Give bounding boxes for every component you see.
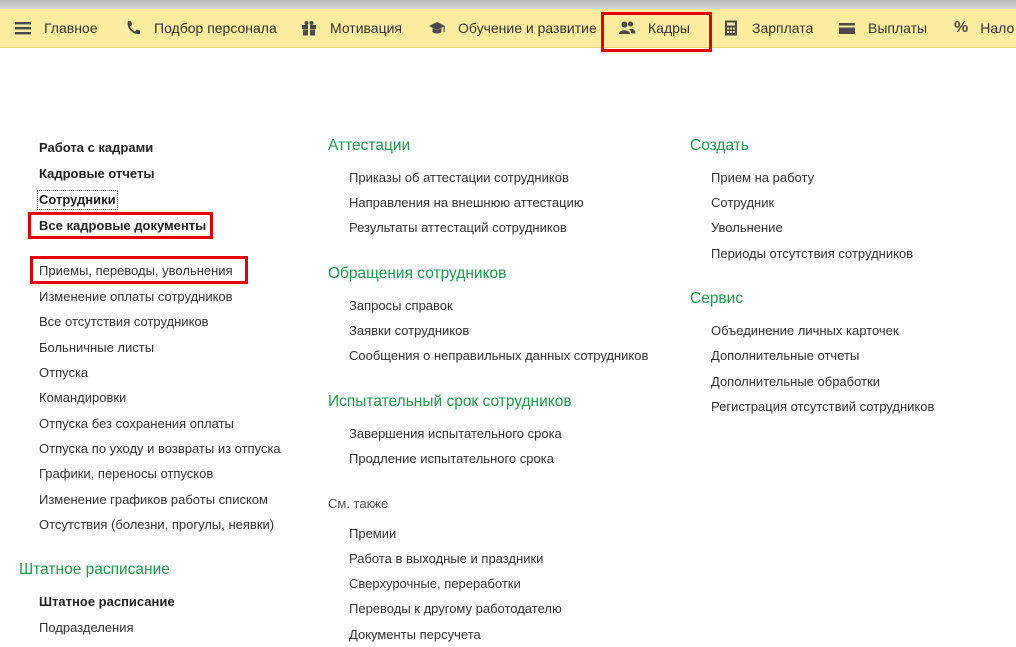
link-merge-personal-cards[interactable]: Объединение личных карточек	[711, 323, 899, 339]
link-incorrect-data-messages[interactable]: Сообщения о неправильных данных сотрудни…	[349, 348, 648, 364]
tab-taxes-label: Нало	[980, 20, 1015, 36]
link-departments[interactable]: Подразделения	[39, 620, 134, 636]
link-business-trips[interactable]: Командировки	[39, 390, 126, 406]
link-salary-changes[interactable]: Изменение оплаты сотрудников	[39, 289, 233, 305]
heading-employee-requests: Обращения сотрудников	[328, 265, 507, 282]
link-parental-leaves[interactable]: Отпуска по уходу и возвраты из отпуска	[39, 441, 281, 457]
link-attestation-results[interactable]: Результаты аттестаций сотрудников	[349, 220, 567, 236]
tab-recruitment[interactable]: Подбор персонала	[124, 9, 277, 47]
tab-salary-label: Зарплата	[752, 20, 814, 36]
phone-icon	[124, 19, 142, 37]
heading-service: Сервис	[690, 290, 744, 307]
link-create-hiring[interactable]: Прием на работу	[711, 170, 814, 186]
link-employee-applications[interactable]: Заявки сотрудников	[349, 323, 469, 339]
link-vacation-schedules[interactable]: Графики, переносы отпусков	[39, 466, 213, 482]
link-bonuses[interactable]: Премии	[349, 526, 396, 542]
calculator-icon	[722, 19, 740, 37]
tab-payments[interactable]: Выплаты	[838, 9, 927, 47]
link-vacations[interactable]: Отпуска	[39, 365, 88, 381]
link-employees[interactable]: Сотрудники	[37, 190, 118, 210]
highlight-hirings	[30, 256, 248, 284]
link-personnel-accounting-docs[interactable]: Документы персучета	[349, 627, 481, 643]
wallet-icon	[838, 19, 856, 37]
link-absences-illness[interactable]: Отсутствия (болезни, прогулы, неявки)	[39, 517, 274, 533]
link-overtime[interactable]: Сверхурочные, переработки	[349, 576, 521, 592]
link-staffing-table[interactable]: Штатное расписание	[39, 594, 175, 610]
tab-main[interactable]: Главное	[14, 9, 98, 47]
heading-attestations: Аттестации	[328, 137, 411, 154]
link-create-employee[interactable]: Сотрудник	[711, 195, 774, 211]
link-attestation-orders[interactable]: Приказы об аттестации сотрудников	[349, 170, 569, 186]
link-sick-leaves[interactable]: Больничные листы	[39, 340, 154, 356]
link-all-absences[interactable]: Все отсутствия сотрудников	[39, 314, 209, 330]
link-additional-reports[interactable]: Дополнительные отчеты	[711, 348, 859, 364]
highlight-all-documents	[28, 212, 213, 239]
heading-staffing: Штатное расписание	[19, 561, 170, 578]
highlight-personnel-tab	[601, 12, 712, 52]
heading-probation: Испытательный срок сотрудников	[328, 393, 572, 410]
link-unpaid-leaves[interactable]: Отпуска без сохранения оплаты	[39, 416, 234, 432]
graduation-cap-icon	[428, 19, 446, 37]
link-personnel-work[interactable]: Работа с кадрами	[39, 140, 153, 156]
gift-icon	[300, 19, 318, 37]
tab-training[interactable]: Обучение и развитие	[428, 9, 597, 47]
link-create-absence-periods[interactable]: Периоды отсутствия сотрудников	[711, 246, 913, 262]
tab-motivation-label: Мотивация	[330, 20, 403, 36]
link-external-attestation[interactable]: Направления на внешнюю аттестацию	[349, 195, 584, 211]
link-additional-processing[interactable]: Дополнительные обработки	[711, 374, 880, 390]
link-certificate-requests[interactable]: Запросы справок	[349, 298, 453, 314]
link-weekend-work[interactable]: Работа в выходные и праздники	[349, 551, 543, 567]
link-probation-completion[interactable]: Завершения испытательного срока	[349, 426, 562, 442]
tab-payments-label: Выплаты	[868, 20, 928, 36]
link-register-absences[interactable]: Регистрация отсутствий сотрудников	[711, 399, 934, 415]
heading-see-also: См. также	[328, 496, 389, 511]
section-toolbar: Главное Подбор персонала Мотивация Обуче…	[0, 9, 1016, 48]
tab-motivation[interactable]: Мотивация	[300, 9, 402, 47]
link-create-dismissal[interactable]: Увольнение	[711, 220, 783, 236]
percent-icon: %	[954, 19, 969, 36]
menu-icon	[14, 19, 32, 37]
tab-main-label: Главное	[44, 20, 98, 36]
link-probation-extension[interactable]: Продление испытательного срока	[349, 451, 554, 467]
tab-training-label: Обучение и развитие	[458, 20, 597, 36]
link-transfers-to-employer[interactable]: Переводы к другому работодателю	[349, 601, 562, 617]
link-personnel-reports[interactable]: Кадровые отчеты	[39, 166, 154, 182]
tab-taxes[interactable]: % Нало	[954, 9, 1014, 47]
window-top-strip	[0, 0, 1016, 9]
heading-create: Создать	[690, 137, 749, 154]
link-schedule-changes[interactable]: Изменение графиков работы списком	[39, 492, 268, 508]
tab-salary[interactable]: Зарплата	[722, 9, 813, 47]
tab-recruitment-label: Подбор персонала	[154, 20, 277, 36]
